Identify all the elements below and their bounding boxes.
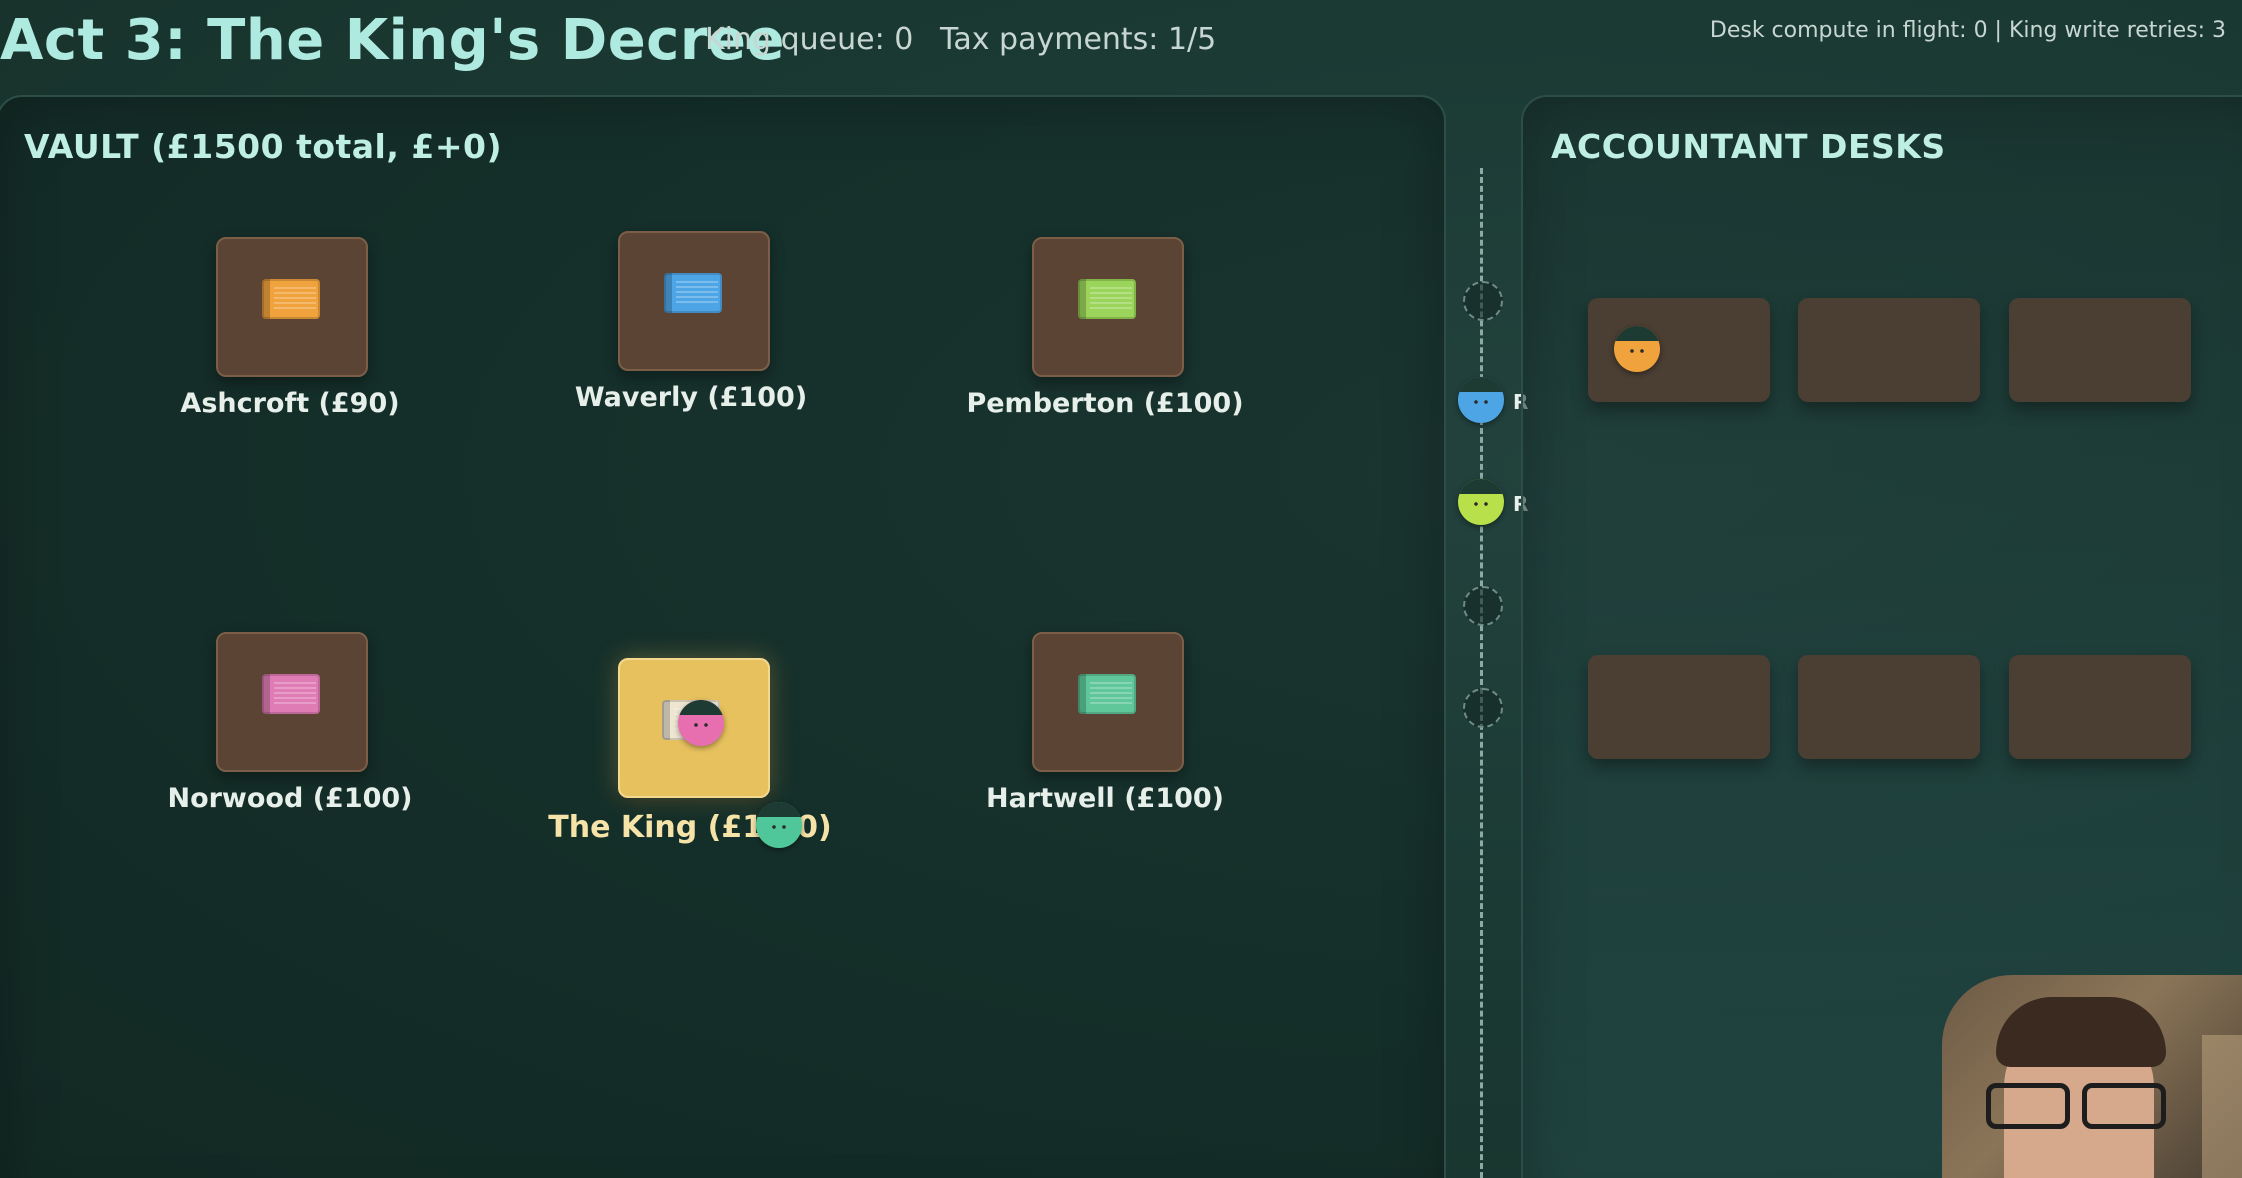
- glasses-icon: [1986, 1083, 2176, 1129]
- accountant-desk[interactable]: [1798, 298, 1980, 402]
- ledger-icon: [1078, 279, 1136, 319]
- webcam-overlay: [1942, 975, 2242, 1178]
- worker-pink-icon: [678, 700, 724, 746]
- account-norwood-label: Norwood (£100): [167, 783, 413, 814]
- worker-teal-icon[interactable]: [756, 802, 802, 848]
- account-the-king-label: The King (£1 0): [548, 810, 832, 845]
- ledger-icon: [1078, 674, 1136, 714]
- account-ashcroft[interactable]: [216, 237, 368, 377]
- ledger-icon: [664, 273, 722, 313]
- worker-green-icon[interactable]: [1458, 479, 1504, 525]
- act-title: Act 3: The King's Decree: [0, 8, 785, 73]
- desks-title: ACCOUNTANT DESKS: [1551, 127, 1946, 166]
- accountant-desk[interactable]: [1588, 655, 1770, 759]
- channel-slot: [1463, 586, 1503, 626]
- accountant-desk[interactable]: [2009, 655, 2191, 759]
- ledger-icon: [262, 279, 320, 319]
- game-stage: Act 3: The King's Decree King queue: 0 T…: [0, 0, 2242, 1178]
- accountant-desk[interactable]: [2009, 298, 2191, 402]
- account-ashcroft-label: Ashcroft (£90): [180, 388, 400, 419]
- account-waverly-label: Waverly (£100): [574, 382, 808, 413]
- desk-compute-status: Desk compute in flight: 0 | King write r…: [1709, 18, 2226, 43]
- accountant-desk[interactable]: [1798, 655, 1980, 759]
- account-norwood[interactable]: [216, 632, 368, 772]
- account-the-king[interactable]: [618, 658, 770, 798]
- account-pemberton[interactable]: [1032, 237, 1184, 377]
- account-pemberton-label: Pemberton (£100): [966, 388, 1244, 419]
- account-hartwell-label: Hartwell (£100): [985, 783, 1225, 814]
- channel-slot: [1463, 281, 1503, 321]
- worker-orange-icon: [1614, 326, 1660, 372]
- channel-slot: [1463, 688, 1503, 728]
- king-queue-counter: King queue: 0: [705, 22, 914, 57]
- account-hartwell[interactable]: [1032, 632, 1184, 772]
- account-waverly[interactable]: [618, 231, 770, 371]
- ledger-icon: [262, 674, 320, 714]
- worker-blue-icon[interactable]: [1458, 377, 1504, 423]
- tax-payments-counter: Tax payments: 1/5: [940, 22, 1217, 57]
- accountant-desk[interactable]: [1588, 298, 1770, 402]
- vault-title: VAULT (£1500 total, £+0): [24, 127, 503, 166]
